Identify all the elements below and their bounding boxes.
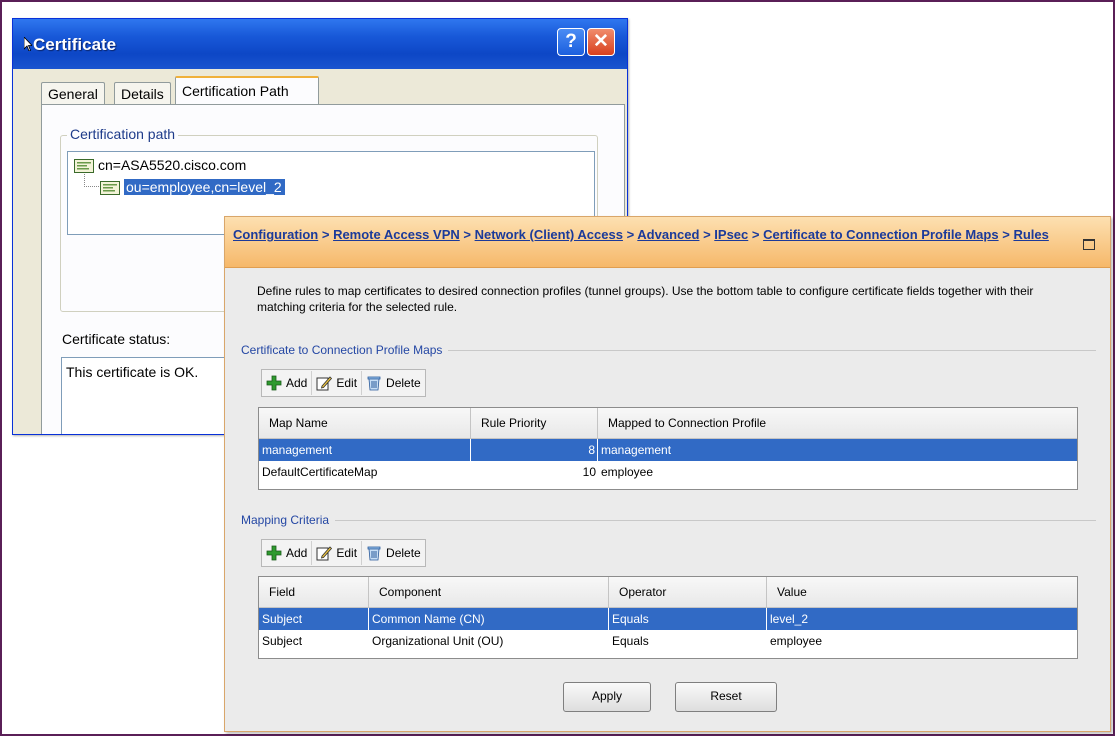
maps-edit-label: Edit xyxy=(336,376,358,390)
breadcrumb-separator: > xyxy=(321,227,330,242)
maps-toolbar: Add Edit Delete xyxy=(261,369,426,397)
breadcrumb-certificate-to-connection-profile-maps[interactable]: Certificate to Connection Profile Maps xyxy=(763,227,998,242)
cell-mapped-profile: employee xyxy=(601,465,654,479)
tree-item-root[interactable]: cn=ASA5520.cisco.com xyxy=(74,156,246,175)
cell-map-name: DefaultCertificateMap xyxy=(262,465,378,479)
panel-description: Define rules to map certificates to desi… xyxy=(257,284,1034,314)
tree-item-label: ou=employee,cn=level_2 xyxy=(124,179,285,195)
table-row[interactable]: Subject Organizational Unit (OU) Equals … xyxy=(259,630,1077,652)
certification-path-legend: Certification path xyxy=(67,126,179,142)
criteria-table-header: Field Component Operator Value xyxy=(259,577,1077,608)
add-icon xyxy=(266,545,282,561)
cell-operator: Equals xyxy=(609,608,767,630)
trash-icon xyxy=(367,376,381,391)
add-icon xyxy=(266,375,282,391)
cell-component: Common Name (CN) xyxy=(369,608,609,630)
criteria-edit-button[interactable]: Edit xyxy=(311,541,361,565)
help-button[interactable]: ? xyxy=(557,28,585,56)
breadcrumb-ipsec[interactable]: IPsec xyxy=(714,227,748,242)
cell-operator: Equals xyxy=(612,634,649,648)
column-component[interactable]: Component xyxy=(369,577,609,607)
tab-details[interactable]: Details xyxy=(114,82,171,105)
criteria-section-title: Mapping Criteria xyxy=(241,513,336,527)
cell-field: Subject xyxy=(259,608,369,630)
certificate-title-bar[interactable]: Certificate ? ✕ xyxy=(13,19,627,69)
certificate-status-label: Certificate status: xyxy=(62,331,171,347)
breadcrumb-separator: > xyxy=(463,227,471,242)
breadcrumb-rules[interactable]: Rules xyxy=(1013,227,1048,242)
column-mapped-profile[interactable]: Mapped to Connection Profile xyxy=(598,408,1077,438)
cell-component: Organizational Unit (OU) xyxy=(372,634,504,648)
cell-rule-priority: 10 xyxy=(582,465,596,479)
column-value[interactable]: Value xyxy=(767,577,1077,607)
cell-value: level_2 xyxy=(770,612,809,626)
table-row[interactable]: Subject Common Name (CN) Equals level_2 xyxy=(259,608,1077,630)
maximize-icon[interactable] xyxy=(1083,239,1095,250)
certificate-title: Certificate xyxy=(33,35,117,54)
column-field[interactable]: Field xyxy=(259,577,369,607)
tree-item-label: cn=ASA5520.cisco.com xyxy=(98,157,247,173)
maps-table-header: Map Name Rule Priority Mapped to Connect… xyxy=(259,408,1077,439)
breadcrumb-separator: > xyxy=(703,227,711,242)
maps-table: Map Name Rule Priority Mapped to Connect… xyxy=(258,407,1078,490)
breadcrumb-configuration[interactable]: Configuration xyxy=(233,227,318,242)
edit-icon xyxy=(316,546,333,561)
maps-add-button[interactable]: Add xyxy=(262,371,311,395)
mouse-cursor-icon xyxy=(24,37,32,51)
criteria-add-label: Add xyxy=(286,546,308,560)
breadcrumb-separator: > xyxy=(626,227,635,242)
column-map-name[interactable]: Map Name xyxy=(259,408,471,438)
help-icon: ? xyxy=(565,31,577,52)
breadcrumb-network-client-access[interactable]: Network (Client) Access xyxy=(475,227,623,242)
tab-general[interactable]: General xyxy=(41,82,105,105)
criteria-delete-label: Delete xyxy=(386,546,421,560)
certificate-status-text: This certificate is OK. xyxy=(66,364,199,380)
cell-value: employee xyxy=(770,634,823,648)
vpn-config-panel: Configuration > Remote Access VPN > Netw… xyxy=(224,216,1111,732)
trash-icon xyxy=(367,546,381,561)
apply-button[interactable]: Apply xyxy=(563,682,651,712)
maps-add-label: Add xyxy=(286,376,308,390)
column-operator[interactable]: Operator xyxy=(609,577,767,607)
edit-icon xyxy=(316,376,333,391)
close-icon: ✕ xyxy=(593,31,609,52)
cell-mapped-profile: management xyxy=(601,443,672,457)
cell-map-name: management xyxy=(259,439,471,461)
criteria-edit-label: Edit xyxy=(336,546,358,560)
column-rule-priority[interactable]: Rule Priority xyxy=(471,408,598,438)
table-row[interactable]: management 8 management xyxy=(259,439,1077,461)
maps-edit-button[interactable]: Edit xyxy=(311,371,361,395)
breadcrumb-advanced[interactable]: Advanced xyxy=(637,227,699,242)
criteria-add-button[interactable]: Add xyxy=(262,541,311,565)
tree-connector xyxy=(84,174,99,187)
reset-button[interactable]: Reset xyxy=(675,682,777,712)
maps-delete-label: Delete xyxy=(386,376,421,390)
criteria-delete-button[interactable]: Delete xyxy=(361,541,425,565)
tab-certification-path[interactable]: Certification Path xyxy=(175,76,319,106)
certificate-icon xyxy=(100,181,120,196)
breadcrumb-separator: > xyxy=(1002,227,1010,242)
close-button[interactable]: ✕ xyxy=(587,28,615,56)
cell-field: Subject xyxy=(262,634,303,648)
table-row[interactable]: DefaultCertificateMap 10 employee xyxy=(259,461,1077,483)
certificate-icon xyxy=(74,159,94,174)
breadcrumb-remote-access-vpn[interactable]: Remote Access VPN xyxy=(333,227,460,242)
criteria-toolbar: Add Edit Delete xyxy=(261,539,426,567)
criteria-table: Field Component Operator Value Subject C… xyxy=(258,576,1078,659)
tree-item-child[interactable]: ou=employee,cn=level_2 xyxy=(100,178,285,197)
cell-rule-priority: 8 xyxy=(471,439,598,461)
breadcrumb: Configuration > Remote Access VPN > Netw… xyxy=(233,226,1053,243)
panel-header: Configuration > Remote Access VPN > Netw… xyxy=(225,217,1110,268)
maps-delete-button[interactable]: Delete xyxy=(361,371,425,395)
breadcrumb-separator: > xyxy=(751,227,760,242)
section-divider xyxy=(241,520,1096,521)
maps-section-title: Certificate to Connection Profile Maps xyxy=(241,343,449,357)
